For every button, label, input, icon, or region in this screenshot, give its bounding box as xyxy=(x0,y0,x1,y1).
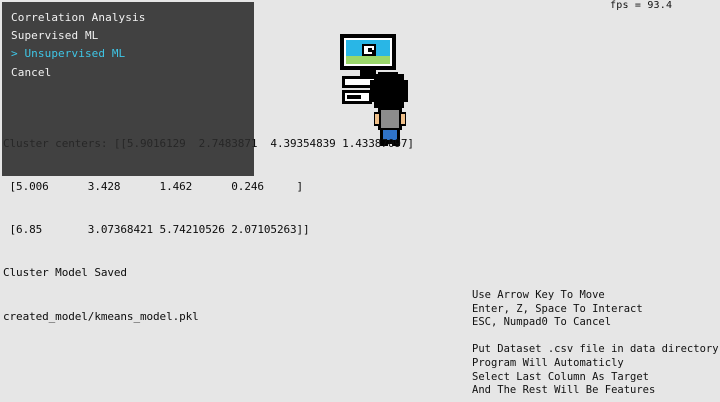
help-line: Put Dataset .csv file in data directory xyxy=(472,343,719,356)
console-line: [6.85 3.07368421 5.74210526 2.07105263]] xyxy=(3,223,310,237)
action-menu: Correlation Analysis Supervised ML > Uns… xyxy=(2,2,254,176)
help-line: Use Arrow Key To Move xyxy=(472,289,605,301)
help-line: And The Rest Will Be Features xyxy=(472,384,656,397)
console-line: [5.006 3.428 1.462 0.246 ] xyxy=(3,180,304,194)
console-line: created_model/kmeans_model.pkl xyxy=(3,309,199,323)
help-panel: Use Arrow Key To Move Enter, Z, Space To… xyxy=(472,289,719,398)
game-screen: fps = 93.4 4.39354839 1.43387097] [5.006… xyxy=(0,0,720,402)
menu-item-correlation-analysis[interactable]: Correlation Analysis xyxy=(11,11,145,24)
help-line: ESC, Numpad0 To Cancel xyxy=(472,316,612,329)
console-line: Cluster Model Saved xyxy=(3,266,127,280)
menu-item-cancel[interactable]: Cancel xyxy=(11,66,51,79)
menu-item-supervised-ml[interactable]: Supervised ML xyxy=(11,29,98,42)
help-line: Select Last Column As Target xyxy=(472,370,650,383)
fps-counter: fps = 93.4 xyxy=(610,0,673,11)
menu-item-unsupervised-ml[interactable]: > Unsupervised ML xyxy=(11,47,125,60)
help-line: Enter, Z, Space To Interact xyxy=(472,302,643,315)
help-line: Program Will Automaticly xyxy=(472,356,624,369)
